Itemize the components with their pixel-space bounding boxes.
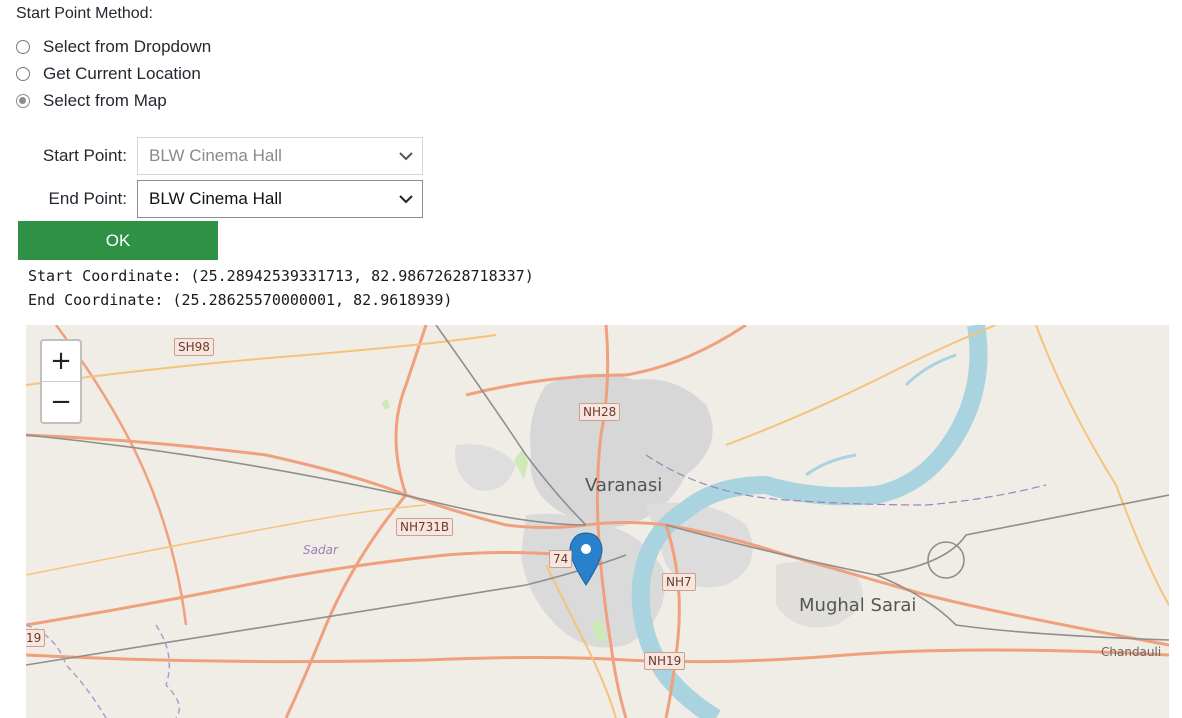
radio-select-dropdown[interactable]: Select from Dropdown (16, 35, 211, 59)
chevron-down-icon (399, 195, 413, 204)
end-point-value: BLW Cinema Hall (149, 189, 282, 208)
end-point-label: End Point: (48, 189, 127, 208)
road-shield-sh98: SH98 (174, 338, 214, 356)
radio-label: Select from Dropdown (43, 37, 212, 56)
map-tiles[interactable] (26, 325, 1169, 718)
radio-current-location[interactable]: Get Current Location (16, 62, 201, 86)
road-shield-19: 19 (26, 629, 46, 647)
radio-circle[interactable] (16, 40, 30, 54)
road-shield-nh28: NH28 (579, 403, 621, 421)
place-label-sadar: Sadar (303, 543, 338, 557)
radio-select-map[interactable]: Select from Map (16, 89, 167, 113)
road-shield-nh19: NH19 (644, 652, 686, 670)
radio-circle[interactable] (16, 67, 30, 81)
radio-circle-checked[interactable] (16, 94, 30, 108)
map-view[interactable]: + − Varanasi Mughal Sarai Sadar Chandaul… (26, 325, 1169, 718)
ok-button[interactable]: OK (18, 221, 218, 260)
place-label-chandauli: Chandauli (1101, 645, 1162, 659)
zoom-control: + − (40, 339, 82, 424)
town-label-mughal-sarai: Mughal Sarai (799, 595, 917, 616)
start-point-value: BLW Cinema Hall (149, 146, 282, 165)
zoom-in-button[interactable]: + (42, 341, 80, 381)
end-coordinate-text: End Coordinate: (25.28625570000001, 82.9… (28, 291, 453, 309)
city-label-varanasi: Varanasi (585, 475, 663, 496)
road-shield-nh7: NH7 (662, 573, 696, 591)
start-point-select: BLW Cinema Hall (137, 137, 423, 175)
start-coordinate-text: Start Coordinate: (25.28942539331713, 82… (28, 267, 534, 285)
radio-label: Get Current Location (43, 64, 201, 83)
start-method-title: Start Point Method: (16, 5, 153, 22)
end-point-select[interactable]: BLW Cinema Hall (137, 180, 423, 218)
chevron-down-icon (399, 152, 413, 161)
road-shield-74: 74 (549, 550, 573, 568)
zoom-out-button[interactable]: − (42, 381, 80, 422)
road-shield-nh731b: NH731B (396, 518, 454, 536)
start-point-label: Start Point: (42, 146, 127, 165)
radio-label: Select from Map (43, 91, 167, 110)
